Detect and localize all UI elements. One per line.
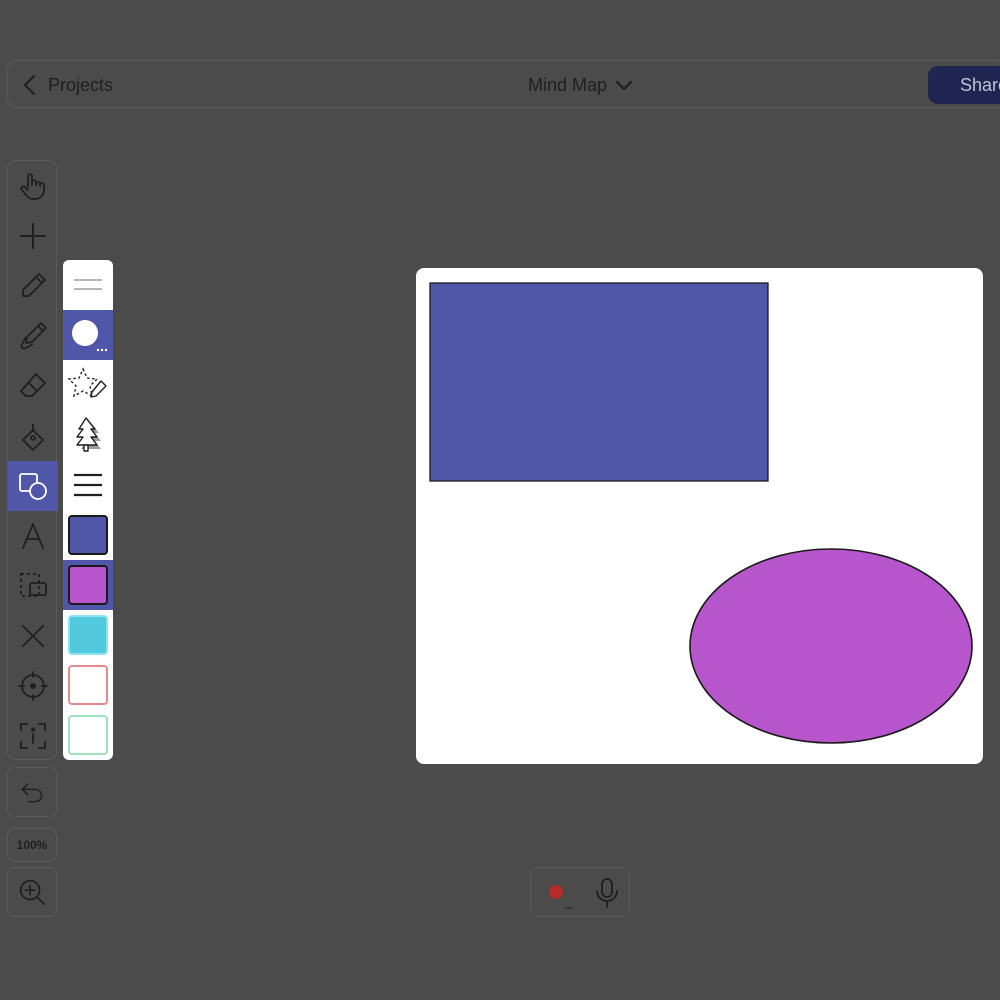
hand-icon	[20, 173, 45, 200]
plus-icon	[20, 223, 46, 249]
chevron-left-icon	[23, 74, 36, 96]
swatch-cyan[interactable]	[63, 610, 113, 660]
color-swatch	[68, 715, 108, 755]
chevron-down-icon	[615, 80, 633, 91]
marker-tool[interactable]	[8, 311, 58, 361]
share-button[interactable]: Share	[928, 66, 1000, 104]
color-swatch	[68, 515, 108, 555]
zoom-level[interactable]: 100%	[7, 828, 57, 862]
crosshair-icon	[18, 671, 48, 701]
rectangle-shape[interactable]	[429, 282, 769, 482]
shapes-icon	[19, 473, 47, 500]
paint-bucket-icon	[22, 424, 44, 451]
back-label: Projects	[48, 74, 114, 95]
close-icon	[22, 625, 44, 647]
circle-icon	[72, 320, 108, 352]
shape-options-panel	[63, 260, 113, 760]
marker-icon	[20, 322, 47, 350]
text-tool[interactable]	[8, 511, 58, 561]
record-bar	[530, 867, 630, 917]
shapes-tool[interactable]	[8, 461, 58, 511]
drawing-canvas[interactable]	[416, 268, 983, 764]
back-to-projects-button[interactable]: Projects	[22, 61, 113, 109]
thin-lines-icon	[74, 279, 102, 290]
color-swatch	[68, 615, 108, 655]
pencil-icon	[22, 273, 46, 297]
text-icon	[22, 523, 44, 549]
freeform-shape-option[interactable]	[63, 360, 113, 410]
clear-tool[interactable]	[8, 611, 58, 661]
tree-icon	[76, 417, 101, 452]
zoom-button[interactable]	[7, 867, 57, 917]
record-icon	[549, 885, 573, 909]
fill-tool[interactable]	[8, 411, 58, 461]
app-window: Projects Mind Map Share	[0, 0, 1000, 1000]
info-tool[interactable]	[8, 711, 58, 761]
pencil-tool[interactable]	[8, 261, 58, 311]
circle-shape-option[interactable]	[63, 310, 113, 360]
selection-tool[interactable]	[8, 561, 58, 611]
undo-button[interactable]	[7, 767, 57, 817]
undo-icon	[21, 783, 43, 803]
eraser-tool[interactable]	[8, 361, 58, 411]
swatch-purple[interactable]	[63, 560, 113, 610]
selection-icon	[20, 573, 47, 597]
document-title-dropdown[interactable]: Mind Map	[528, 61, 633, 109]
color-swatch	[68, 665, 108, 705]
swatch-indigo[interactable]	[63, 510, 113, 560]
microphone-icon	[596, 878, 618, 908]
document-title: Mind Map	[528, 74, 608, 95]
star-pencil-icon	[67, 367, 107, 398]
stroke-width-option[interactable]	[63, 460, 113, 510]
add-tool[interactable]	[8, 211, 58, 261]
stamp-shape-option[interactable]	[63, 410, 113, 460]
record-button[interactable]	[545, 876, 577, 910]
swatch-white-red-border[interactable]	[63, 660, 113, 710]
info-icon	[20, 723, 46, 749]
eraser-icon	[20, 373, 46, 397]
color-swatch	[68, 565, 108, 605]
hand-tool[interactable]	[8, 161, 58, 211]
zoom-in-icon	[19, 879, 46, 906]
line-shape-option[interactable]	[63, 260, 113, 310]
left-toolbar	[7, 160, 58, 761]
target-tool[interactable]	[8, 661, 58, 711]
ellipse-shape[interactable]	[689, 548, 973, 744]
top-bar: Projects Mind Map Share	[7, 60, 1000, 108]
menu-lines-icon	[74, 473, 102, 497]
canvas-drawing	[429, 282, 973, 744]
microphone-button[interactable]	[591, 876, 623, 910]
swatch-white-green-border[interactable]	[63, 710, 113, 760]
